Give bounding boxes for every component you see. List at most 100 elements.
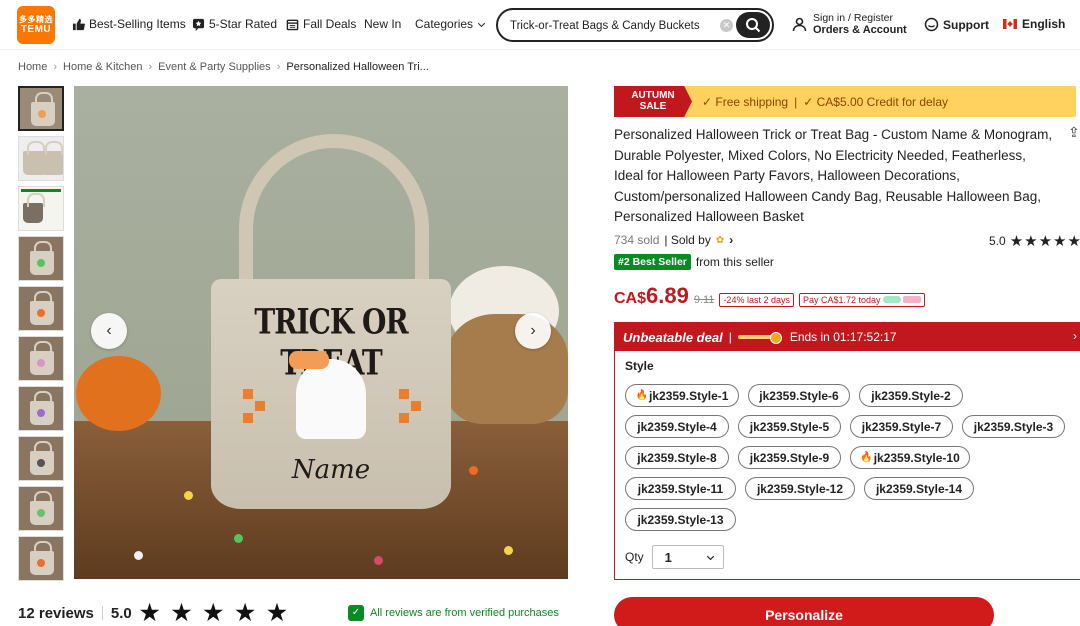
shield-check-icon: ✓ <box>348 605 364 621</box>
style-option[interactable]: jk2359.Style-7 <box>850 415 953 438</box>
style-option[interactable]: jk2359.Style-12 <box>745 477 855 500</box>
autumn-sale-tag: AUTUMN SALE <box>614 86 692 117</box>
current-price: 6.89 <box>646 283 689 308</box>
chevron-right-icon: › <box>530 322 536 339</box>
nav-new-in[interactable]: New In <box>364 17 401 31</box>
next-image-button[interactable]: › <box>515 313 551 349</box>
search-input[interactable] <box>510 17 710 35</box>
nav-fall-deals[interactable]: Fall Deals <box>286 17 356 31</box>
promo-separator: | <box>794 95 798 109</box>
personalize-button[interactable]: Personalize <box>614 597 994 626</box>
thumbnail-image[interactable] <box>18 486 64 531</box>
style-option[interactable]: jk2359.Style-8 <box>625 446 729 469</box>
calendar-icon <box>286 19 299 30</box>
thumbnail-image[interactable] <box>18 236 64 281</box>
credit-delay-label: ✓ CA$5.00 Credit for delay <box>803 95 949 109</box>
style-label: Style <box>625 359 654 373</box>
flame-icon: 🔥 <box>860 452 873 463</box>
klarna-icon <box>902 296 921 303</box>
review-count[interactable]: 12 reviews <box>18 605 94 622</box>
share-icon[interactable]: ⇪ <box>1068 124 1080 141</box>
chevron-right-icon[interactable]: › <box>729 233 733 247</box>
style-option[interactable]: jk2359.Style-3 <box>962 415 1065 438</box>
style-option[interactable]: jk2359.Style-9 <box>738 446 841 469</box>
style-option[interactable]: jk2359.Style-4 <box>625 415 729 438</box>
sold-by-label: | Sold by <box>664 233 711 247</box>
style-option[interactable]: jk2359.Style-5 <box>738 415 841 438</box>
support-link[interactable]: Support <box>924 17 989 32</box>
deal-box: Unbeatable deal | Ends in 01:17:52:17 › … <box>614 322 1080 580</box>
chevron-down-icon <box>706 555 714 560</box>
thumbs-up-icon <box>72 18 85 30</box>
free-shipping-label: ✓ Free shipping <box>702 95 789 109</box>
thumbnail-image[interactable] <box>18 286 64 331</box>
language-selector[interactable]: English <box>1003 17 1065 31</box>
pay-later-badge[interactable]: Pay CA$1.72 today <box>798 293 925 307</box>
thumbnail-image[interactable] <box>18 436 64 481</box>
deal-bar: Unbeatable deal | Ends in 01:17:52:17 › <box>615 323 1080 351</box>
clear-search-icon[interactable]: ✕ <box>720 19 733 32</box>
afterpay-icon <box>882 296 901 303</box>
search-bar: ✕ <box>496 8 774 42</box>
style-option[interactable]: jk2359.Style-13 <box>625 508 736 531</box>
quantity-select[interactable]: 1 <box>651 545 724 569</box>
thumbnail-image[interactable] <box>18 86 64 131</box>
canada-flag-icon <box>1003 19 1017 29</box>
thumbnail-image[interactable] <box>18 386 64 431</box>
product-title: Personalized Halloween Trick or Treat Ba… <box>614 127 1053 224</box>
thumbnail-image[interactable] <box>18 136 64 181</box>
chevron-left-icon: ‹ <box>106 322 112 339</box>
quantity-row: Qty 1 <box>625 545 724 569</box>
sign-in-label: Sign in / Register <box>813 12 893 24</box>
divider <box>101 606 103 620</box>
style-option[interactable]: jk2359.Style-2 <box>859 384 963 407</box>
seller-logo-icon[interactable]: ✿ <box>716 235 724 246</box>
bag-text-bottom: Name <box>291 455 371 485</box>
nav-categories[interactable]: Categories <box>415 17 486 31</box>
orange-bow <box>289 351 329 369</box>
deal-label: Unbeatable deal <box>623 329 723 345</box>
chevron-right-icon: › <box>53 61 58 73</box>
previous-image-button[interactable]: ‹ <box>91 313 127 349</box>
review-score: 5.0 <box>110 604 132 622</box>
breadcrumb-event-party[interactable]: Event & Party Supplies <box>158 61 271 73</box>
reviews-summary: 12 reviews 5.0 ★ ★ ★ ★ ★ <box>18 600 290 626</box>
chevron-down-icon <box>477 22 486 27</box>
main-product-image: TRICK OR TREAT Name ‹ › <box>74 86 568 579</box>
verified-purchases-note: ✓ All reviews are from verified purchase… <box>348 605 559 621</box>
qty-label: Qty <box>625 550 644 564</box>
breadcrumb-home-kitchen[interactable]: Home & Kitchen <box>63 61 142 73</box>
breadcrumb-home[interactable]: Home <box>18 61 47 73</box>
product-rating[interactable]: 5.0 ★★★★★ <box>989 232 1080 250</box>
star-chat-icon <box>192 18 205 31</box>
thumbnail-list <box>18 86 64 586</box>
orange-pumpkin <box>76 356 161 431</box>
style-option[interactable]: jk2359.Style-14 <box>864 477 974 500</box>
style-option[interactable]: jk2359.Style-11 <box>625 477 736 500</box>
breadcrumb-current: Personalized Halloween Tri... <box>286 61 429 73</box>
currency: CA$ <box>614 290 647 307</box>
style-option[interactable]: 🔥 jk2359.Style-1 <box>625 384 739 407</box>
discount-badge: -24% last 2 days <box>719 293 794 307</box>
star-rating-icon: ★ ★ ★ ★ ★ <box>139 600 290 625</box>
thumbnail-image[interactable] <box>18 336 64 381</box>
promo-banner: AUTUMN SALE ✓ Free shipping | ✓ CA$5.00 … <box>614 86 1076 117</box>
chevron-right-icon: › <box>276 61 281 73</box>
ghost-illustration <box>296 359 366 439</box>
thumbnail-image[interactable] <box>18 186 64 231</box>
original-price: 9.11 <box>693 294 715 306</box>
chat-bubble-icon <box>924 17 939 32</box>
search-icon <box>746 18 761 33</box>
nav-best-selling[interactable]: Best-Selling Items <box>72 17 186 31</box>
style-option[interactable]: 🔥 jk2359.Style-10 <box>850 446 970 469</box>
search-button[interactable] <box>736 12 770 38</box>
temu-logo[interactable]: 多多精选 TEMU <box>17 6 55 44</box>
account-menu[interactable]: Sign in / Register Orders & Account <box>792 12 907 36</box>
orders-account-label: Orders & Account <box>813 24 907 36</box>
trick-or-treat-bag: TRICK OR TREAT Name <box>211 279 451 509</box>
chevron-right-icon[interactable]: › <box>1073 329 1077 343</box>
style-option[interactable]: jk2359.Style-6 <box>748 384 850 407</box>
thumbnail-image[interactable] <box>18 536 64 581</box>
nav-five-star[interactable]: 5-Star Rated <box>192 17 277 31</box>
sold-info: 734 sold | Sold by ✿ › <box>614 233 733 247</box>
